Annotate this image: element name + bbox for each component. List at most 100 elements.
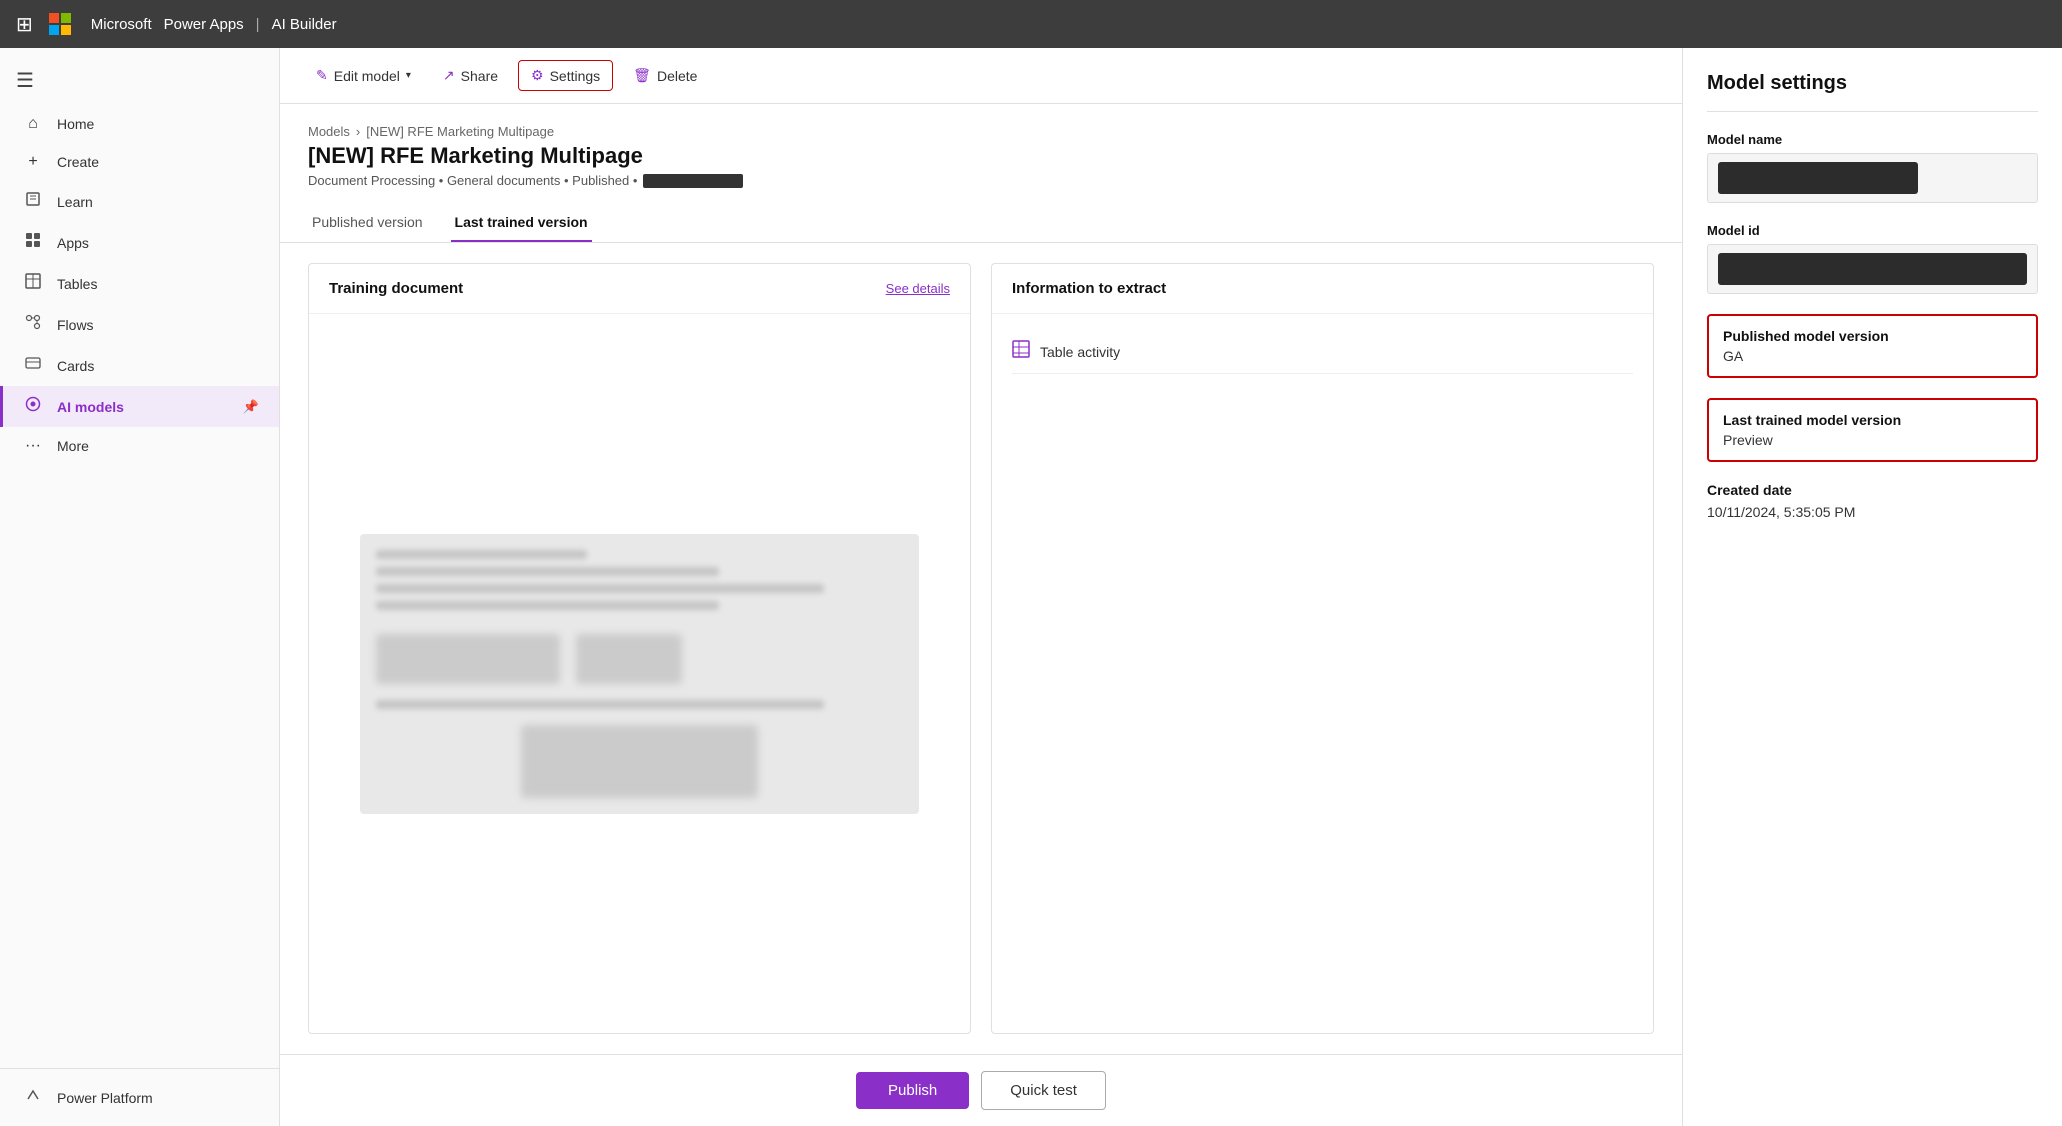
sidebar-item-label: Cards [57, 358, 94, 374]
list-item: Table activity [1012, 330, 1633, 374]
page-meta-text: Document Processing • General documents … [308, 173, 637, 188]
sidebar: ☰ ⌂ Home + Create Learn Apps Tables [0, 48, 280, 1126]
sidebar-item-label: Learn [57, 194, 93, 210]
doc-line [376, 567, 718, 576]
model-name-field: Model name [1707, 132, 2038, 203]
edit-icon: ✎ [316, 67, 328, 84]
sidebar-item-ai-models[interactable]: AI models 📌 [0, 386, 279, 427]
action-bar: Publish Quick test [280, 1054, 1682, 1126]
sidebar-item-label: More [57, 438, 89, 454]
created-date-label: Created date [1707, 482, 2038, 498]
flows-icon [23, 314, 43, 335]
sidebar-item-more[interactable]: ··· More [0, 427, 279, 465]
learn-icon [23, 191, 43, 212]
doc-line [376, 584, 824, 593]
last-trained-version-box: Last trained model version Preview [1707, 398, 2038, 462]
info-card-body: Table activity [992, 314, 1653, 1033]
model-name-redacted [1718, 162, 1918, 194]
model-id-value [1707, 244, 2038, 294]
main-panel: Training document See details [280, 243, 1682, 1054]
sidebar-item-apps[interactable]: Apps [0, 222, 279, 263]
created-date-value: 10/11/2024, 5:35:05 PM [1707, 504, 2038, 520]
page-meta: Document Processing • General documents … [308, 173, 1654, 188]
sidebar-item-tables[interactable]: Tables [0, 263, 279, 304]
app-name-label: Power Apps [164, 16, 244, 33]
breadcrumb: Models › [NEW] RFE Marketing Multipage [308, 124, 1654, 139]
apps-icon [23, 232, 43, 253]
publish-button[interactable]: Publish [856, 1072, 969, 1109]
content-area: ✎ Edit model ▾ ↗ Share ⚙ Settings 🗑 Dele… [280, 48, 1682, 1126]
sidebar-item-learn[interactable]: Learn [0, 181, 279, 222]
chevron-down-icon: ▾ [406, 70, 411, 81]
create-icon: + [23, 153, 43, 171]
training-document-card: Training document See details [308, 263, 971, 1034]
sidebar-item-label: Flows [57, 317, 94, 333]
doc-block [376, 634, 560, 684]
sidebar-item-label: Tables [57, 276, 97, 292]
sidebar-item-label: Apps [57, 235, 89, 251]
info-list: Table activity [1012, 330, 1633, 374]
sidebar-item-create[interactable]: + Create [0, 143, 279, 181]
sidebar-item-home[interactable]: ⌂ Home [0, 105, 279, 143]
toolbar: ✎ Edit model ▾ ↗ Share ⚙ Settings 🗑 Dele… [280, 48, 1682, 104]
model-id-redacted [1718, 253, 2027, 285]
see-details-link[interactable]: See details [886, 281, 950, 296]
sidebar-item-flows[interactable]: Flows [0, 304, 279, 345]
settings-panel-title: Model settings [1707, 72, 2038, 112]
tabs: Published version Last trained version [280, 204, 1682, 243]
last-trained-version-value: Preview [1723, 432, 2022, 448]
settings-button[interactable]: ⚙ Settings [518, 60, 613, 91]
power-platform-icon [23, 1087, 43, 1108]
pin-icon: 📌 [243, 399, 259, 415]
breadcrumb-current: [NEW] RFE Marketing Multipage [366, 124, 554, 139]
published-version-label: Published model version [1723, 328, 2022, 344]
model-id-label: Model id [1707, 223, 2038, 238]
sidebar-item-power-platform[interactable]: Power Platform [0, 1077, 279, 1118]
tab-published-version[interactable]: Published version [308, 204, 427, 242]
sidebar-toggle[interactable]: ☰ [0, 56, 279, 105]
doc-block [576, 634, 681, 684]
settings-icon: ⚙ [531, 67, 544, 84]
settings-panel: Model settings Model name Model id Publi… [1682, 48, 2062, 1126]
doc-line [376, 550, 587, 559]
sidebar-item-label: Create [57, 154, 99, 170]
sidebar-item-cards[interactable]: Cards [0, 345, 279, 386]
sidebar-item-label: AI models [57, 399, 124, 415]
product-title-label: AI Builder [272, 16, 337, 33]
published-version-value: GA [1723, 348, 2022, 364]
edit-model-label: Edit model [334, 68, 400, 84]
last-trained-version-label: Last trained model version [1723, 412, 2022, 428]
edit-model-button[interactable]: ✎ Edit model ▾ [304, 61, 423, 90]
delete-button[interactable]: 🗑 Delete [621, 61, 709, 90]
created-date-field: Created date 10/11/2024, 5:35:05 PM [1707, 482, 2038, 520]
separator: | [256, 16, 260, 33]
card-header-info: Information to extract [992, 264, 1653, 314]
model-name-value[interactable] [1707, 153, 2038, 203]
tab-last-trained-version[interactable]: Last trained version [451, 204, 592, 242]
breadcrumb-separator: › [356, 124, 360, 139]
training-card-title: Training document [329, 280, 463, 297]
doc-line [376, 601, 718, 610]
meta-redacted [643, 174, 743, 188]
share-label: Share [461, 68, 498, 84]
top-bar: ⊞ Microsoft Power Apps | AI Builder [0, 0, 2062, 48]
doc-block [521, 725, 758, 798]
sidebar-item-label: Home [57, 116, 94, 132]
model-name-label: Model name [1707, 132, 2038, 147]
delete-icon: 🗑 [633, 67, 651, 84]
ai-models-icon [23, 396, 43, 417]
tables-icon [23, 273, 43, 294]
doc-line [376, 700, 824, 709]
waffle-icon[interactable]: ⊞ [16, 12, 33, 37]
microsoft-logo [49, 13, 71, 35]
share-button[interactable]: ↗ Share [431, 61, 510, 90]
page-title: [NEW] RFE Marketing Multipage [308, 143, 1654, 169]
breadcrumb-parent[interactable]: Models [308, 124, 350, 139]
list-item-label: Table activity [1040, 344, 1120, 360]
home-icon: ⌂ [23, 115, 43, 133]
doc-preview [360, 534, 919, 814]
quick-test-button[interactable]: Quick test [981, 1071, 1106, 1110]
more-icon: ··· [23, 437, 43, 455]
main-layout: ☰ ⌂ Home + Create Learn Apps Tables [0, 48, 2062, 1126]
sidebar-item-label: Power Platform [57, 1090, 153, 1106]
